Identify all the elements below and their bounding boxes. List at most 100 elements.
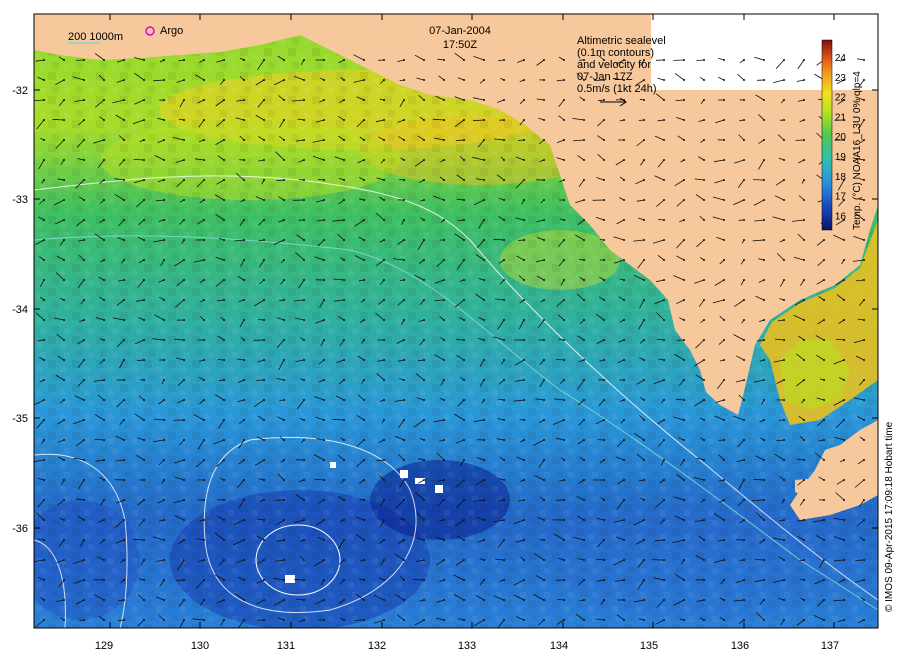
velocity-arrow-head (203, 159, 205, 161)
velocity-arrow-head (543, 259, 545, 261)
velocity-arrow-head (523, 179, 525, 181)
velocity-arrow-head (743, 619, 745, 621)
velocity-arrow-head (463, 599, 465, 601)
velocity-arrow-head (43, 519, 45, 521)
velocity-arrow-head (503, 99, 505, 101)
velocity-arrow-head (483, 339, 485, 341)
velocity-arrow-head (763, 399, 765, 401)
velocity-arrow-head (323, 599, 325, 601)
colorbar-tick-label: 19 (835, 152, 847, 163)
velocity-arrow-head (383, 239, 385, 241)
colorbar-tick-label: 21 (835, 112, 847, 123)
velocity-arrow-head (243, 519, 245, 521)
velocity-arrow-head (543, 579, 545, 581)
velocity-arrow-head (443, 319, 445, 321)
velocity-arrow-head (683, 259, 685, 261)
velocity-arrow-head (723, 459, 725, 461)
velocity-arrow-head (543, 439, 545, 441)
velocity-arrow-head (823, 499, 825, 501)
velocity-arrow-head (103, 419, 105, 421)
velocity-arrow-head (163, 319, 165, 321)
velocity-arrow-head (703, 239, 705, 241)
velocity-arrow-head (863, 399, 865, 401)
velocity-arrow-head (543, 519, 545, 521)
velocity-arrow-head (223, 199, 225, 201)
velocity-arrow-head (63, 419, 65, 421)
velocity-arrow-head (823, 599, 825, 601)
velocity-arrow-head (543, 339, 545, 341)
velocity-arrow-head (543, 59, 545, 61)
velocity-arrow-head (143, 299, 145, 301)
velocity-arrow-head (703, 379, 705, 381)
velocity-arrow-head (723, 259, 725, 261)
velocity-arrow-head (43, 599, 45, 601)
velocity-arrow-head (183, 479, 185, 481)
velocity-arrow-head (723, 279, 725, 281)
velocity-arrow-head (63, 519, 65, 521)
velocity-arrow-head (383, 599, 385, 601)
velocity-arrow-head (663, 559, 665, 561)
velocity-arrow-head (683, 139, 685, 141)
velocity-arrow-head (83, 399, 85, 401)
x-tick-label: 134 (550, 640, 568, 652)
velocity-arrow-head (583, 479, 585, 481)
velocity-arrow-head (563, 419, 565, 421)
velocity-arrow-head (123, 599, 125, 601)
velocity-arrow-head (203, 339, 205, 341)
velocity-arrow-head (563, 459, 565, 461)
velocity-arrow-head (543, 179, 545, 181)
velocity-arrow-head (503, 319, 505, 321)
velocity-arrow-head (723, 379, 725, 381)
altimetry-line: 0.5m/s (1kt 24h) (577, 83, 656, 95)
velocity-arrow-head (343, 119, 345, 121)
velocity-arrow-head (403, 539, 405, 541)
velocity-arrow-head (243, 459, 245, 461)
velocity-arrow-head (283, 559, 285, 561)
velocity-arrow-head (283, 219, 285, 221)
velocity-arrow-head (783, 279, 785, 281)
velocity-arrow-head (503, 559, 505, 561)
velocity-arrow-head (783, 239, 785, 241)
velocity-arrow-head (243, 359, 245, 361)
sst-field (34, 14, 878, 628)
velocity-arrow-head (443, 339, 445, 341)
velocity-arrow-head (83, 219, 85, 221)
velocity-arrow-head (603, 219, 605, 221)
velocity-arrow-head (303, 479, 305, 481)
velocity-arrow-head (643, 599, 645, 601)
velocity-arrow-head (383, 399, 385, 401)
velocity-arrow-head (623, 139, 625, 141)
velocity-arrow-head (363, 299, 365, 301)
velocity-arrow-head (743, 579, 745, 581)
velocity-arrow-head (683, 299, 685, 301)
velocity-arrow-head (803, 399, 805, 401)
velocity-arrow-head (763, 99, 765, 101)
velocity-arrow-head (163, 119, 165, 121)
velocity-arrow-head (603, 279, 605, 281)
velocity-arrow-head (703, 359, 705, 361)
velocity-arrow-head (243, 279, 245, 281)
velocity-arrow-head (263, 519, 265, 521)
velocity-arrow-head (83, 279, 85, 281)
velocity-arrow-head (723, 479, 725, 481)
velocity-arrow-head (343, 399, 345, 401)
velocity-arrow-head (723, 499, 725, 501)
velocity-arrow-head (623, 259, 625, 261)
velocity-arrow-head (783, 219, 785, 221)
velocity-arrow-head (603, 119, 605, 121)
velocity-arrow-head (423, 159, 425, 161)
velocity-arrow-head (743, 559, 745, 561)
velocity-arrow-head (483, 619, 485, 621)
velocity-arrow-head (403, 159, 405, 161)
velocity-arrow-head (343, 559, 345, 561)
velocity-arrow-head (503, 479, 505, 481)
velocity-arrow-head (683, 519, 685, 521)
velocity-arrow-head (243, 379, 245, 381)
velocity-arrow-head (303, 339, 305, 341)
velocity-arrow-head (423, 259, 425, 261)
velocity-arrow-head (243, 199, 245, 201)
velocity-arrow-head (803, 99, 805, 101)
velocity-arrow-head (523, 539, 525, 541)
velocity-arrow-head (583, 619, 585, 621)
velocity-arrow-head (603, 339, 605, 341)
